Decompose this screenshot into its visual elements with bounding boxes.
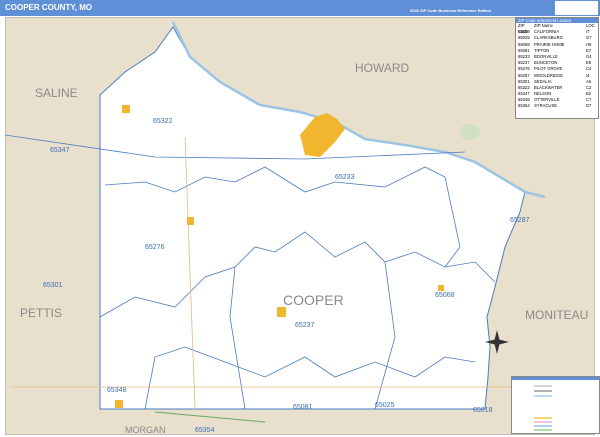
county-label: COOPER: [283, 292, 344, 308]
map-canvas[interactable]: SALINE HOWARD PETTIS COOPER MONITEAU MOR…: [5, 17, 595, 435]
zip-label: 65081: [293, 404, 313, 411]
zip-label: 65347: [50, 147, 70, 154]
header-bar: COOPER COUNTY, MO 2026 ZIP Code Business…: [0, 0, 600, 16]
edition-label: 2026 ZIP Code Business Reference Edition: [410, 8, 492, 13]
zip-label: 65025: [375, 402, 395, 409]
city-otterville: [115, 400, 123, 408]
city-bunceton: [277, 307, 286, 317]
city-prairie-home: [438, 285, 444, 291]
zip-label: 65287: [510, 217, 530, 224]
zip-label: 65018: [473, 407, 493, 414]
county-label: SALINE: [35, 86, 78, 100]
county-label: PETTIS: [20, 306, 62, 320]
map-legend: [511, 376, 600, 434]
county-label: MORGAN: [125, 425, 166, 435]
zip-label: 65068: [435, 292, 455, 299]
zip-label: 65276: [145, 244, 165, 251]
zip-label: 65237: [295, 322, 315, 329]
zip-label: 65322: [153, 118, 173, 125]
city-blackwater: [122, 105, 130, 113]
city-pilot-grove: [187, 217, 194, 225]
zip-label: 65301: [43, 282, 63, 289]
zip-code-index: ZIP Code Index/Grid Locator ZIP Code ZIP …: [515, 17, 599, 119]
park-area: [460, 124, 480, 140]
zip-index-row: 65354 SYRACUSE D7: [518, 103, 592, 109]
county-label: MONITEAU: [525, 308, 588, 322]
logo: [555, 1, 598, 15]
map-title: COOPER COUNTY, MO: [5, 3, 93, 12]
zip-label: 65354: [195, 427, 215, 434]
zip-label: 65233: [335, 174, 355, 181]
zip-label: 65348: [107, 387, 127, 394]
county-label: HOWARD: [355, 61, 410, 75]
